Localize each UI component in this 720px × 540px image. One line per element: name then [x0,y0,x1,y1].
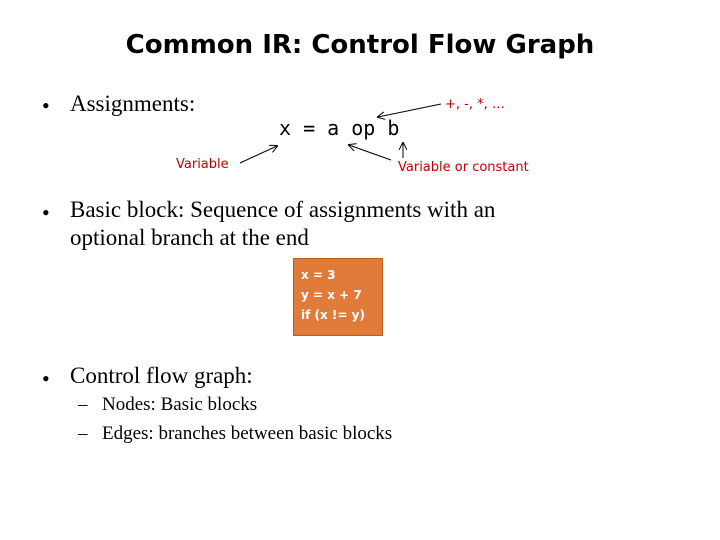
slide: Common IR: Control Flow Graph • Assignme… [0,0,720,540]
basic-block-line: if (x != y) [301,308,365,322]
sub-bullet-edges: Edges: branches between basic blocks [102,423,393,444]
sub-bullet-dash: – [78,394,88,415]
arrow-variable-or-constant-a [349,145,392,161]
bullet-dot: • [42,366,50,391]
bullet-basic-block-line1: Basic block: Sequence of assignments wit… [70,197,496,222]
bullet-dot: • [42,200,50,225]
sub-bullet-dash: – [78,423,88,444]
bullet-basic-block-line2: optional branch at the end [70,225,309,250]
arrow-variable [239,146,277,164]
basic-block-line: y = x + 7 [301,288,362,302]
basic-block-box: x = 3 y = x + 7 if (x != y) [293,258,383,336]
arrow-operators [378,103,442,117]
basic-block-line: x = 3 [301,268,336,282]
sub-bullet-nodes: Nodes: Basic blocks [102,394,258,415]
bullet-cfg: Control flow graph: [70,363,253,388]
